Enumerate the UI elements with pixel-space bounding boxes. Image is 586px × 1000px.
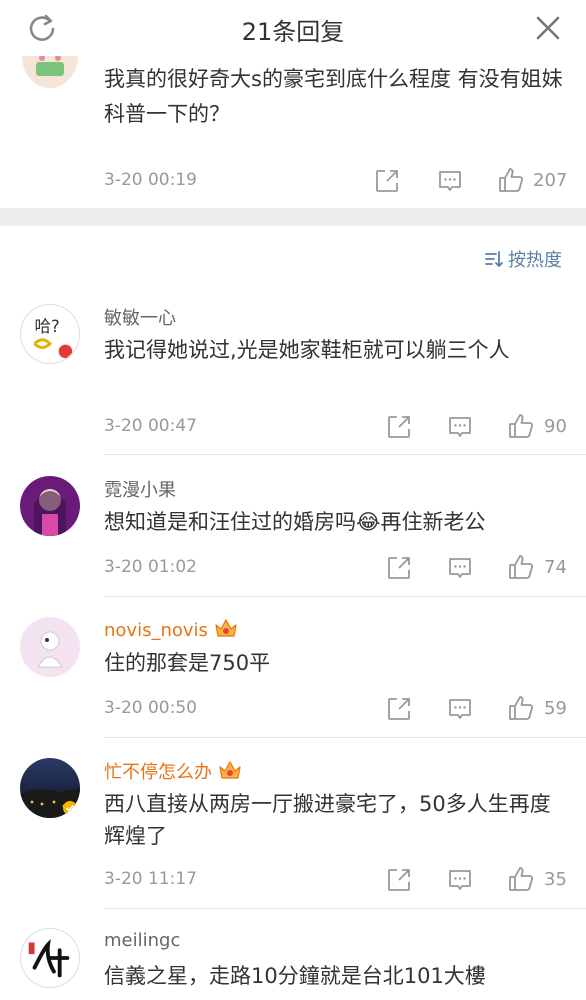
comment-text: 信義之星，走路10分鐘就是台北101大樓 <box>104 964 486 988</box>
user-avatar[interactable] <box>20 928 80 988</box>
comment-time: 3-20 00:47 <box>104 416 197 436</box>
comment-icon[interactable] <box>447 414 473 440</box>
username-text: novis_novis <box>104 620 208 641</box>
vip-crown-icon <box>219 761 241 779</box>
section-divider <box>0 208 586 226</box>
sort-icon <box>485 251 503 267</box>
comment-icon[interactable] <box>447 867 473 893</box>
like-icon[interactable] <box>507 553 535 581</box>
comment-separator <box>104 908 586 909</box>
comment-icon[interactable] <box>447 696 473 722</box>
share-icon[interactable] <box>386 696 412 722</box>
comment-username[interactable]: 霓漫小果 <box>104 476 176 502</box>
comment-text: 西八直接从两房一厅搬进豪宅了，50多人生再度辉煌了 <box>104 792 551 848</box>
comment-text: 想知道是和汪住过的婚房吗😂再住新老公 <box>104 510 486 534</box>
comment-username[interactable]: 敏敏一心 <box>104 304 176 330</box>
comment-icon[interactable] <box>437 168 463 194</box>
comment-username[interactable]: novis_novis <box>104 617 238 641</box>
like-count: 35 <box>544 869 567 890</box>
like-count: 59 <box>544 698 567 719</box>
comment-time: 3-20 00:50 <box>104 698 197 718</box>
original-comment: 我真的很好奇大s的豪宅到底什么程度 有没有姐妹科普一下的？ 3-20 00:19… <box>0 56 586 208</box>
like-icon[interactable] <box>497 166 525 194</box>
like-count: 74 <box>544 557 567 578</box>
share-icon[interactable] <box>386 555 412 581</box>
header-title: 21条回复 <box>241 18 345 46</box>
user-avatar[interactable] <box>20 758 80 818</box>
comment-time: 3-20 00:19 <box>104 170 197 190</box>
comment-username[interactable]: 忙不停怎么办 <box>104 758 242 784</box>
comment-item: meilingc 信義之星，走路10分鐘就是台北101大樓 <box>0 910 586 1000</box>
comment-separator <box>104 454 586 455</box>
user-avatar[interactable] <box>20 617 80 677</box>
original-comment-text: 我真的很好奇大s的豪宅到底什么程度 有没有姐妹科普一下的？ <box>104 67 563 126</box>
comment-item: 忙不停怎么办 西八直接从两房一厅搬进豪宅了，50多人生再度辉煌了 3-20 11… <box>0 738 586 910</box>
share-icon[interactable] <box>374 168 400 194</box>
share-icon[interactable] <box>386 414 412 440</box>
like-count: 90 <box>544 416 567 437</box>
like-icon[interactable] <box>507 412 535 440</box>
comment-item: 霓漫小果 想知道是和汪住过的婚房吗😂再住新老公 3-20 01:02 74 <box>0 456 586 597</box>
comment-text: 住的那套是750平 <box>104 651 271 675</box>
close-icon[interactable] <box>534 14 562 42</box>
user-avatar[interactable]: 哈? <box>20 304 80 364</box>
vip-crown-icon <box>215 619 237 637</box>
comment-text: 我记得她说过,光是她家鞋柜就可以躺三个人 <box>104 338 510 362</box>
comment-item: novis_novis 住的那套是750平 3-20 00:50 59 <box>0 597 586 738</box>
comment-icon[interactable] <box>447 555 473 581</box>
reply-header: 21条回复 <box>0 0 586 56</box>
share-icon[interactable] <box>386 867 412 893</box>
sort-label: 按热度 <box>508 250 562 271</box>
user-avatar[interactable] <box>20 56 80 90</box>
comment-username[interactable]: meilingc <box>104 930 180 951</box>
sort-toggle[interactable]: 按热度 <box>484 246 562 272</box>
svg-text:哈?: 哈? <box>35 317 60 336</box>
like-icon[interactable] <box>507 694 535 722</box>
comment-time: 3-20 11:17 <box>104 869 197 889</box>
user-avatar[interactable] <box>20 476 80 536</box>
like-count: 207 <box>533 170 568 191</box>
comment-item: 哈? 敏敏一心 我记得她说过,光是她家鞋柜就可以躺三个人 3-20 00:47 … <box>0 296 586 456</box>
comment-time: 3-20 01:02 <box>104 557 197 577</box>
username-text: 忙不停怎么办 <box>104 762 212 783</box>
like-icon[interactable] <box>507 865 535 893</box>
